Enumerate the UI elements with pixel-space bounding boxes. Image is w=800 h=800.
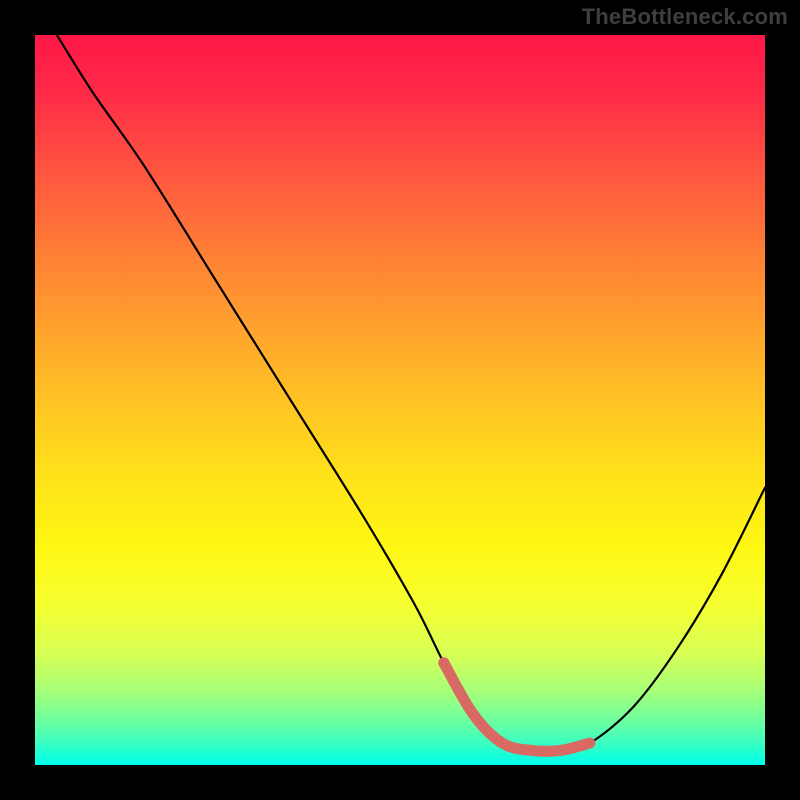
chart-frame: TheBottleneck.com (0, 0, 800, 800)
curve-path (57, 35, 765, 751)
plot-area (35, 35, 765, 765)
watermark-text: TheBottleneck.com (582, 4, 788, 30)
highlight-start-dot (438, 657, 449, 668)
bottleneck-curve (35, 35, 765, 765)
curve-highlight (444, 663, 590, 752)
